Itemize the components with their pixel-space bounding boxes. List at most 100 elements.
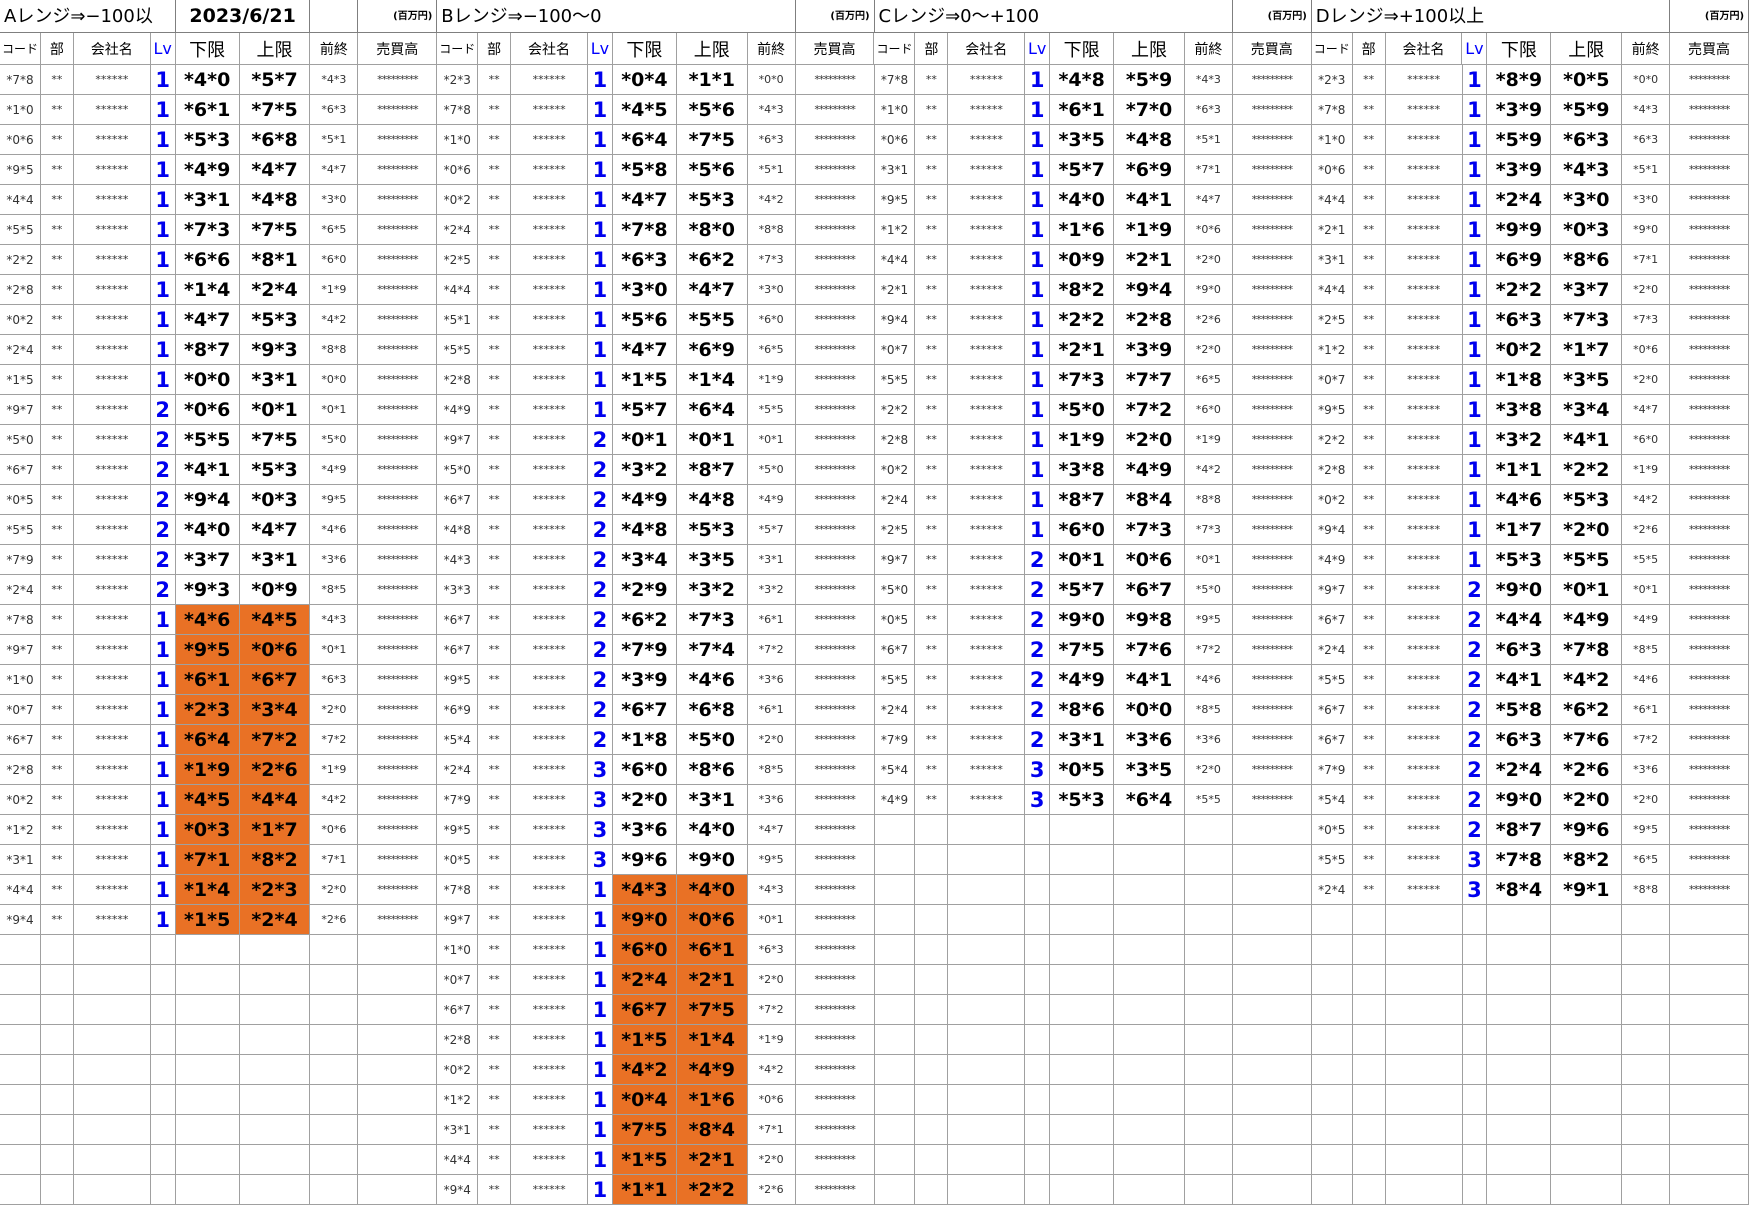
company-name-cell[interactable]: ****** [1385,245,1463,275]
stock-code-cell[interactable]: *9*5 [0,155,41,185]
prev-close-cell[interactable]: *4*9 [310,455,359,485]
lower-limit-cell[interactable]: *4*9 [1050,665,1115,695]
section-cell[interactable]: ** [40,575,74,605]
section-cell[interactable]: ** [915,365,949,395]
upper-limit-cell[interactable]: *7*3 [676,605,748,635]
company-name-cell[interactable]: ****** [1385,455,1463,485]
prev-close-cell[interactable]: *0*0 [1622,65,1671,95]
company-name-cell[interactable]: ****** [948,725,1026,755]
company-name-cell[interactable]: ****** [948,785,1026,815]
sales-volume-cell[interactable]: ********* [1670,125,1749,155]
empty-cell[interactable] [1311,1085,1353,1115]
upper-limit-cell[interactable]: *4*7 [239,515,311,545]
empty-cell[interactable] [1551,905,1623,935]
section-cell[interactable]: ** [478,605,512,635]
sales-volume-cell[interactable]: ********* [1232,485,1312,515]
lower-limit-cell[interactable]: *0*6 [175,395,240,425]
sales-volume-cell[interactable]: ********* [795,875,875,905]
section-cell[interactable]: ** [1352,125,1386,155]
company-name-cell[interactable]: ****** [511,155,588,185]
prev-close-cell[interactable]: *7*2 [310,725,359,755]
empty-cell[interactable] [358,995,438,1025]
prev-close-cell[interactable]: *4*2 [310,305,359,335]
prev-close-cell[interactable]: *2*6 [310,905,359,935]
stock-code-cell[interactable]: *5*4 [874,755,916,785]
level-cell[interactable]: 1 [588,1175,613,1205]
upper-limit-cell[interactable]: *5*3 [676,515,748,545]
company-name-cell[interactable]: ****** [511,485,588,515]
sales-volume-cell[interactable]: ********* [1670,155,1749,185]
section-cell[interactable]: ** [478,575,512,605]
prev-close-cell[interactable]: *9*5 [1622,815,1671,845]
lower-limit-cell[interactable]: *5*3 [175,125,240,155]
upper-limit-cell[interactable]: *5*9 [1551,95,1623,125]
section-cell[interactable]: ** [1352,875,1386,905]
stock-code-cell[interactable]: *2*8 [1311,455,1353,485]
empty-cell[interactable] [874,1085,916,1115]
level-cell[interactable]: 1 [1462,365,1488,395]
section-cell[interactable]: ** [1352,605,1386,635]
empty-cell[interactable] [1670,1055,1749,1085]
stock-code-cell[interactable]: *7*9 [437,785,479,815]
company-name-cell[interactable]: ****** [1385,425,1463,455]
company-name-cell[interactable]: ****** [73,155,151,185]
empty-cell[interactable] [1025,1115,1051,1145]
lower-limit-cell[interactable]: *4*1 [1487,665,1552,695]
stock-code-cell[interactable]: *4*9 [874,785,916,815]
empty-cell[interactable] [1487,1175,1552,1205]
section-cell[interactable]: ** [915,155,949,185]
level-cell[interactable]: 1 [588,155,613,185]
stock-code-cell[interactable]: *0*5 [874,605,916,635]
empty-cell[interactable] [1487,935,1552,965]
lower-limit-cell[interactable]: *2*4 [612,965,677,995]
stock-code-cell[interactable]: *4*4 [437,275,479,305]
upper-limit-cell[interactable]: *4*5 [239,605,311,635]
sales-volume-cell[interactable]: ********* [795,755,875,785]
sales-volume-cell[interactable]: ********* [795,905,875,935]
empty-cell[interactable] [1487,1025,1552,1055]
upper-limit-cell[interactable]: *6*1 [676,935,748,965]
level-cell[interactable]: 1 [588,395,613,425]
empty-cell[interactable] [239,1055,311,1085]
upper-limit-cell[interactable]: *3*1 [676,785,748,815]
stock-code-cell[interactable]: *2*8 [874,425,916,455]
section-cell[interactable]: ** [40,65,74,95]
level-cell[interactable]: 1 [150,215,176,245]
upper-limit-cell[interactable]: *6*7 [239,665,311,695]
lower-limit-cell[interactable]: *5*7 [612,395,677,425]
empty-cell[interactable] [150,965,176,995]
upper-limit-cell[interactable]: *6*8 [239,125,311,155]
empty-cell[interactable] [239,1145,311,1175]
prev-close-cell[interactable]: *6*5 [1622,845,1671,875]
stock-code-cell[interactable]: *6*7 [437,635,479,665]
lower-limit-cell[interactable]: *7*5 [612,1115,677,1145]
company-name-cell[interactable]: ****** [948,185,1026,215]
stock-code-cell[interactable]: *4*9 [437,395,479,425]
level-cell[interactable]: 1 [150,245,176,275]
level-cell[interactable]: 1 [150,875,176,905]
lower-limit-cell[interactable]: *4*2 [612,1055,677,1085]
section-cell[interactable]: ** [478,485,512,515]
empty-cell[interactable] [1114,965,1185,995]
level-cell[interactable]: 1 [150,785,176,815]
company-name-cell[interactable]: ****** [511,395,588,425]
company-name-cell[interactable]: ****** [1385,125,1463,155]
stock-code-cell[interactable]: *0*6 [0,125,41,155]
section-cell[interactable]: ** [1352,185,1386,215]
lower-limit-cell[interactable]: *7*3 [1050,365,1115,395]
company-name-cell[interactable]: ****** [948,155,1026,185]
section-cell[interactable]: ** [40,95,74,125]
stock-code-cell[interactable]: *7*8 [1311,95,1353,125]
sales-volume-cell[interactable]: ********* [1670,875,1749,905]
prev-close-cell[interactable]: *5*1 [1184,125,1233,155]
prev-close-cell[interactable]: *2*6 [747,1175,796,1205]
level-cell[interactable]: 1 [150,185,176,215]
sales-volume-cell[interactable]: ********* [1232,695,1312,725]
prev-close-cell[interactable]: *6*3 [747,125,796,155]
section-cell[interactable]: ** [40,365,74,395]
stock-code-cell[interactable]: *0*2 [437,1055,479,1085]
section-cell[interactable]: ** [40,755,74,785]
company-name-cell[interactable]: ****** [511,275,588,305]
section-cell[interactable]: ** [1352,485,1386,515]
empty-cell[interactable] [175,995,240,1025]
